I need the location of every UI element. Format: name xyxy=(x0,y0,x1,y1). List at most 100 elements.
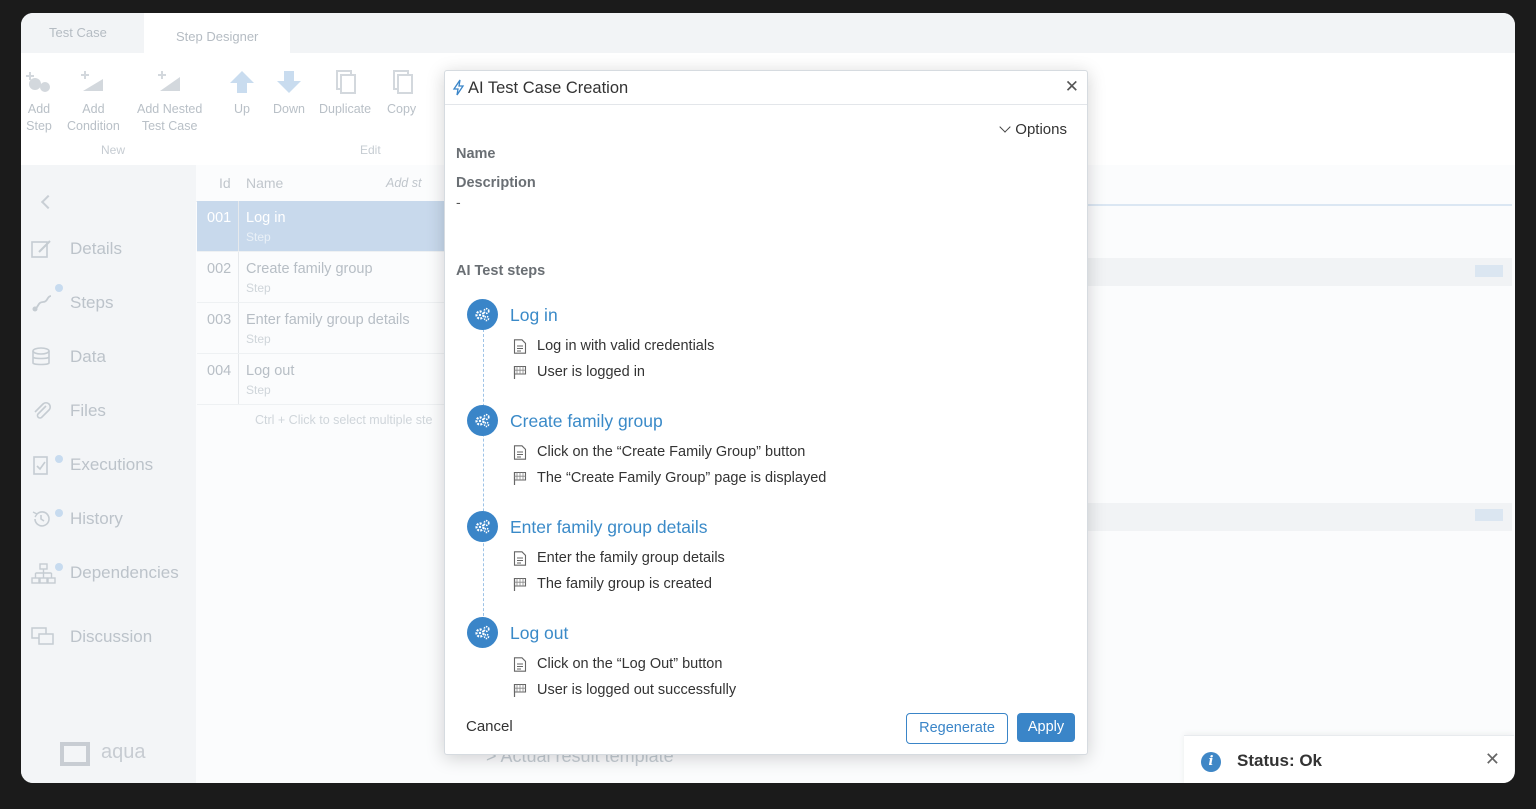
button-label: Add xyxy=(27,102,51,116)
table-row[interactable]: 002 Create family group Step xyxy=(197,252,447,303)
notification-dot xyxy=(55,284,63,292)
step-title-enter-family-group-details[interactable]: Enter family group details xyxy=(510,517,707,538)
add-condition-icon xyxy=(79,69,107,95)
description-label: Description xyxy=(456,175,536,191)
ribbon-group-edit: Edit xyxy=(360,143,381,157)
step-action-text: Log in with valid credentials xyxy=(537,338,715,354)
clipboard-check-icon xyxy=(31,455,51,475)
divider xyxy=(238,252,239,302)
close-icon[interactable]: ✕ xyxy=(1485,749,1500,770)
button-label: Copy xyxy=(387,102,417,116)
step-title-log-in[interactable]: Log in xyxy=(510,305,558,326)
lightning-icon xyxy=(452,79,465,96)
arrow-up-icon xyxy=(228,69,256,95)
section-header xyxy=(1087,503,1512,531)
dialog-title: AI Test Case Creation xyxy=(468,79,629,97)
step-expected-text: The “Create Family Group” page is displa… xyxy=(537,470,827,486)
button-label: Step xyxy=(26,119,52,133)
logo-text: aqua xyxy=(101,741,146,763)
sidebar-item-label: Executions xyxy=(70,455,154,474)
divider xyxy=(238,201,239,251)
format-icon[interactable] xyxy=(1475,265,1503,277)
history-icon xyxy=(31,509,51,529)
row-name: Enter family group details xyxy=(246,312,410,328)
button-label: Condition xyxy=(67,119,120,133)
add-steps-link[interactable]: Add st xyxy=(386,176,421,190)
step-title-create-family-group[interactable]: Create family group xyxy=(510,411,663,432)
steps-icon xyxy=(31,293,52,313)
cancel-button[interactable]: Cancel xyxy=(466,718,513,735)
ribbon-group-new: New xyxy=(101,143,126,157)
steps-timeline xyxy=(483,329,484,631)
paperclip-icon xyxy=(31,401,52,421)
tab-bar: Test Case Step Designer xyxy=(21,13,1515,53)
button-label: Add xyxy=(82,102,105,116)
arrow-down-icon xyxy=(275,69,303,95)
document-icon xyxy=(513,339,527,354)
button-label: Add Nested xyxy=(137,102,203,116)
collapse-chevron-icon[interactable] xyxy=(40,194,56,210)
sidebar-item-label: Details xyxy=(70,239,122,258)
document-icon xyxy=(513,551,527,566)
add-step-button[interactable]: Add Step xyxy=(25,69,53,135)
sidebar: Details Steps Data Files Executions Hist… xyxy=(21,165,196,783)
up-button[interactable]: Up xyxy=(228,69,256,118)
name-label: Name xyxy=(456,146,496,162)
down-button[interactable]: Down xyxy=(273,69,305,118)
options-label: Options xyxy=(1015,121,1067,138)
data-icon xyxy=(31,347,51,367)
divider xyxy=(238,303,239,353)
ai-test-steps-label: AI Test steps xyxy=(456,263,546,279)
divider xyxy=(238,354,239,404)
sidebar-item-label: Steps xyxy=(70,293,114,312)
regenerate-button[interactable]: Regenerate xyxy=(906,713,1008,744)
table-row[interactable]: 003 Enter family group details Step xyxy=(197,303,447,354)
row-type: Step xyxy=(246,332,271,346)
divider xyxy=(1087,204,1512,206)
options-toggle[interactable]: Options xyxy=(999,121,1067,138)
step-action-text: Enter the family group details xyxy=(537,550,725,566)
step-action-text: Click on the “Create Family Group” butto… xyxy=(537,444,806,460)
table-row[interactable]: 001 Log in Step xyxy=(197,201,447,252)
row-id: 004 xyxy=(207,363,232,379)
tab-test-case[interactable]: Test Case xyxy=(49,25,107,40)
step-expected-text: The family group is created xyxy=(537,576,712,592)
sidebar-item-label: Files xyxy=(70,401,106,420)
duplicate-button[interactable]: Duplicate xyxy=(319,69,371,118)
step-expected-text: User is logged out successfully xyxy=(537,682,737,698)
column-name: Name xyxy=(246,175,284,191)
description-value: - xyxy=(456,194,461,210)
multi-select-hint: Ctrl + Click to select multiple ste xyxy=(255,413,433,427)
copy-icon xyxy=(388,69,416,95)
flag-icon xyxy=(513,577,527,591)
notification-dot xyxy=(55,455,63,463)
add-condition-button[interactable]: Add Condition xyxy=(67,69,120,135)
tab-step-designer[interactable]: Step Designer xyxy=(144,13,291,53)
gears-icon xyxy=(467,405,498,436)
row-id: 002 xyxy=(207,261,232,277)
row-name: Log out xyxy=(246,363,295,379)
table-row[interactable]: 004 Log out Step xyxy=(197,354,447,405)
sidebar-item-label: History xyxy=(70,509,123,528)
chat-icon xyxy=(31,627,54,647)
format-icon[interactable] xyxy=(1475,509,1503,521)
section-header xyxy=(1087,258,1512,286)
step-title-log-out[interactable]: Log out xyxy=(510,623,568,644)
add-nested-icon xyxy=(156,69,184,95)
column-id: Id xyxy=(219,175,231,191)
copy-button[interactable]: Copy xyxy=(387,69,416,118)
document-icon xyxy=(513,445,527,460)
status-toast: i Status: Ok ✕ xyxy=(1184,735,1514,783)
row-id: 003 xyxy=(207,312,232,328)
row-id: 001 xyxy=(207,210,232,226)
add-nested-test-case-button[interactable]: Add Nested Test Case xyxy=(137,69,202,135)
dialog-header: AI Test Case Creation ✕ xyxy=(445,71,1087,105)
apply-button[interactable]: Apply xyxy=(1017,713,1075,742)
flag-icon xyxy=(513,683,527,697)
document-icon xyxy=(513,657,527,672)
close-icon[interactable]: ✕ xyxy=(1065,77,1079,97)
row-name: Log in xyxy=(246,210,286,226)
steps-table-header: Id Name Add st xyxy=(196,165,461,202)
info-icon: i xyxy=(1201,752,1221,772)
flag-icon xyxy=(513,471,527,485)
